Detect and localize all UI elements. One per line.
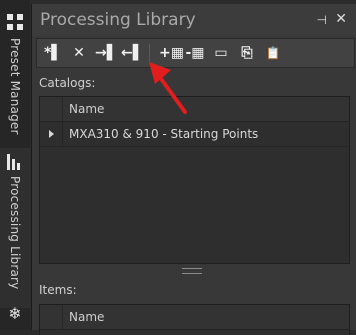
tab-preset-manager[interactable]: Preset Manager: [0, 14, 30, 135]
tab-other[interactable]: ❄: [0, 300, 30, 322]
copy-icon[interactable]: ⎘: [237, 43, 257, 63]
close-icon[interactable]: ✕: [335, 11, 347, 27]
snowflake-icon: ❄: [8, 304, 22, 323]
column-header-name[interactable]: Name: [69, 102, 104, 116]
vertical-sidebar: Preset Manager Processing Library ❄: [0, 0, 30, 330]
import-icon[interactable]: →▌: [95, 43, 118, 63]
items-label: Items:: [39, 283, 77, 297]
expand-arrow-icon[interactable]: [49, 130, 54, 138]
pin-icon[interactable]: ⊣: [317, 13, 327, 27]
window-icon[interactable]: ▭: [211, 43, 231, 63]
add-item-icon[interactable]: +▦: [159, 43, 184, 63]
processing-library-panel: Processing Library ⊣ ✕ *▌ ✕ →▌ ←▌ +▦ -▦ …: [31, 4, 356, 335]
catalog-row[interactable]: MXA310 & 910 - Starting Points: [40, 122, 349, 147]
paste-icon[interactable]: 📋: [263, 43, 283, 63]
catalogs-label: Catalogs:: [39, 76, 96, 90]
tab-processing-library-label: Processing Library: [8, 176, 22, 290]
panel-titlebar: Processing Library ⊣ ✕: [32, 4, 356, 36]
remove-item-icon[interactable]: -▦: [185, 43, 205, 63]
items-grid-header: Name: [40, 305, 349, 330]
panel-title: Processing Library: [40, 10, 196, 30]
new-icon[interactable]: *▌: [43, 43, 63, 63]
column-header-name[interactable]: Name: [69, 310, 104, 324]
grid-icon: [7, 14, 23, 30]
bars-icon: [7, 154, 23, 170]
items-grid: Name: [39, 304, 350, 335]
annotation-arrow: [149, 62, 187, 114]
tab-preset-manager-label: Preset Manager: [8, 38, 22, 135]
tab-processing-library[interactable]: Processing Library: [0, 148, 30, 308]
splitter-handle[interactable]: [182, 268, 202, 274]
toolbar-separator: [149, 44, 150, 62]
export-icon[interactable]: ←▌: [121, 43, 144, 63]
delete-icon[interactable]: ✕: [69, 43, 89, 63]
catalogs-grid: Name MXA310 & 910 - Starting Points: [39, 96, 350, 264]
catalog-row-name: MXA310 & 910 - Starting Points: [69, 127, 259, 141]
